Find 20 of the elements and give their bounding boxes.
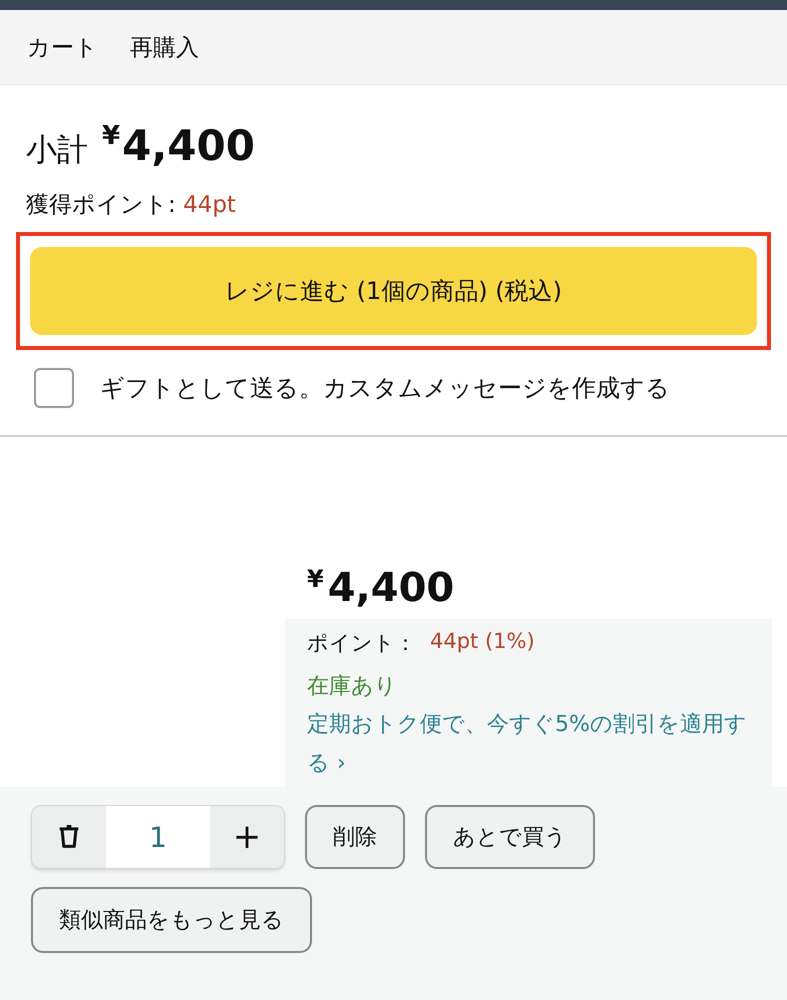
delete-button[interactable] xyxy=(32,806,106,868)
item-points-label: ポイント： xyxy=(307,630,416,657)
item-action-button[interactable]: あとで買う xyxy=(425,805,595,869)
subscribe-link[interactable]: 定期おトク便で、今すぐ5%の割引を適用する › xyxy=(285,705,772,787)
points-label: 獲得ポイント: xyxy=(26,192,177,218)
quantity-value[interactable]: 1 xyxy=(106,806,210,868)
subtotal-label: 小計 xyxy=(26,131,88,170)
checkout-button[interactable]: レジに進む (1個の商品) (税込) xyxy=(30,247,757,335)
nav-tab[interactable]: 再購入 xyxy=(130,32,199,62)
increase-button[interactable]: + xyxy=(210,806,284,868)
item-action-button[interactable]: 削除 xyxy=(305,805,405,869)
similar-items-button[interactable]: 類似商品をもっと見る xyxy=(31,887,312,953)
subtotal-amount: ¥4,400 xyxy=(102,121,255,170)
item-price: ¥4,400 xyxy=(307,565,454,611)
item-points-value: 44pt (1%) xyxy=(430,629,535,655)
points-value: 44pt xyxy=(183,192,236,218)
nav-tab[interactable]: カート xyxy=(27,32,98,62)
gift-label: ギフトとして送る。カスタムメッセージを作成する xyxy=(100,373,670,404)
gift-checkbox[interactable] xyxy=(34,368,74,408)
stock-status: 在庫あり xyxy=(285,663,772,705)
